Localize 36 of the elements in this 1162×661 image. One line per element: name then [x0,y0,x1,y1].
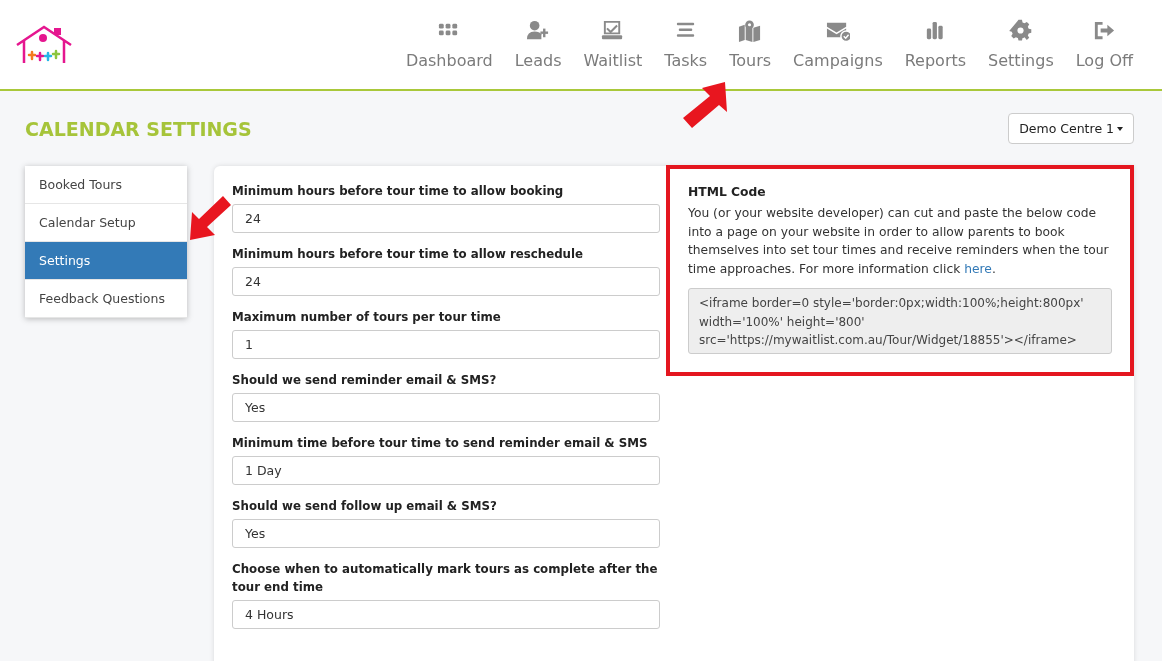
field-label: Choose when to automatically mark tours as complete after the tour end time [232,561,659,596]
centre-dropdown[interactable]: Demo Centre 1 [1008,113,1134,144]
field-label: Should we send reminder email & SMS? [232,372,498,389]
input-field[interactable]: Yes [232,519,660,548]
nav-link[interactable]: Settings [977,19,1065,70]
input-field[interactable]: 1 [232,330,660,359]
nav-link[interactable]: Dashboard [394,19,504,70]
settings-icon[interactable] [1008,19,1033,43]
house-logo-drawing [15,24,73,65]
side-menu-item[interactable]: Settings [25,242,187,280]
code-field[interactable]: <iframe border=0 style='border:0px;width:100%;height:800px' width='100%' height='800' src='https://mywaitlist.com.au/Tour/Widget/18855'></iframe> [688,288,1112,354]
nav-link[interactable]: Tours [718,19,783,70]
page-title: CALENDAR SETTINGS [25,117,252,140]
field-label: Minimum hours before tour time to allow reschedule [232,246,585,263]
panel-description: You (or your website developer) can cut and paste the below code into a page on your website in order to allow parents to book themselves into set tour times and receive reminders when the tour time approaches. For more information click here. [688,205,1110,278]
nav-link[interactable]: Leads [503,19,573,70]
nav-link[interactable]: Campaigns [782,19,894,70]
map-pin-icon[interactable] [738,19,763,43]
input-field[interactable]: 24 [232,204,660,233]
input-field[interactable]: Yes [232,393,660,422]
nav-link[interactable]: Log Off [1064,19,1144,70]
here-link[interactable]: here [964,261,992,276]
caret-icon [1117,126,1123,131]
side-menu-item[interactable]: Feedback Questions [25,280,187,318]
field-label: Minimum hours before tour time to allow booking [232,183,565,200]
nav-link[interactable]: Waitlist [572,19,654,70]
field-label: Maximum number of tours per tour time [232,309,502,326]
field-label: Minimum time before tour time to send reminder email & SMS [232,435,649,452]
panel-heading: HTML Code [688,185,767,199]
nav-link[interactable]: Tasks [653,19,719,70]
input-field[interactable]: 4 Hours [232,600,660,629]
field-label: Should we send follow up email & SMS? [232,498,498,515]
nav-link[interactable]: Reports [893,19,978,70]
input-field[interactable]: 24 [232,267,660,296]
side-menu-item[interactable]: Booked Tours [25,166,187,204]
input-field[interactable]: 1 Day [232,456,660,485]
